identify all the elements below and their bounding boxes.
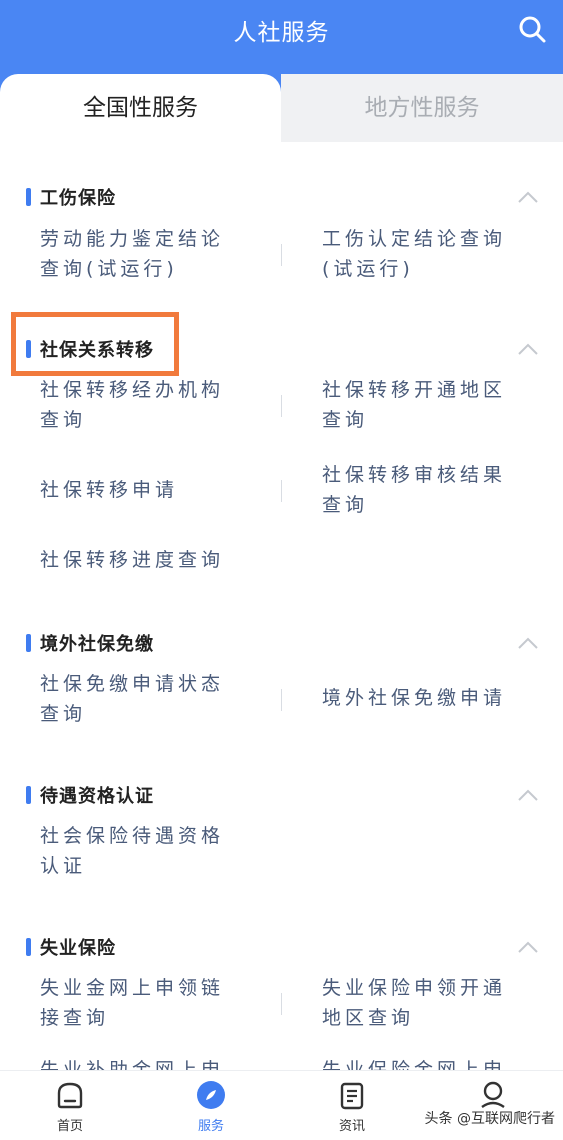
service-item[interactable]: 失业保险金网上申 (322, 1055, 506, 1070)
item-line: 境外社保免缴申请 (322, 687, 507, 709)
item-line: 查询 (322, 409, 369, 431)
divider (281, 395, 282, 417)
item-line: 认证 (40, 855, 87, 877)
chevron-up-icon[interactable] (517, 788, 539, 802)
service-item[interactable]: 境外社保免缴申请 (322, 683, 506, 713)
service-item[interactable]: 失业补助金网上申 (40, 1055, 224, 1070)
divider (281, 689, 282, 711)
service-item[interactable]: 社保转移审核结果 查询 (322, 460, 506, 520)
chevron-up-icon[interactable] (517, 342, 539, 356)
section-header-overseas: 境外社保免缴 (26, 628, 154, 658)
service-item[interactable]: 社保转移进度查询 (40, 545, 224, 575)
section-marker (26, 634, 31, 652)
compass-icon (197, 1081, 225, 1109)
item-line: 社保转移开通地区 (322, 379, 507, 401)
search-icon[interactable] (515, 12, 549, 46)
item-line: 社会保险待遇资格 (40, 825, 225, 847)
watermark: 头条 @互联网爬行者 (424, 1111, 555, 1127)
item-line: 社保转移经办机构 (40, 379, 225, 401)
chevron-up-icon[interactable] (517, 190, 539, 204)
service-item[interactable]: 社保免缴申请状态 查询 (40, 669, 224, 729)
service-item[interactable]: 社保转移开通地区 查询 (322, 375, 506, 435)
item-line: 失业金网上申领链 (40, 977, 225, 999)
highlight-annotation (11, 312, 179, 376)
page-title: 人社服务 (233, 20, 330, 46)
service-item[interactable]: 工伤认定结论查询 (试运行) (322, 224, 506, 284)
item-line: 查询 (322, 494, 369, 516)
item-line: 接查询 (40, 1007, 110, 1029)
user-icon (481, 1081, 505, 1108)
nav-label: 首页 (56, 1119, 83, 1134)
service-item[interactable]: 失业金网上申领链 接查询 (40, 973, 224, 1033)
item-line: 社保转移审核结果 (322, 464, 507, 486)
item-line: 社保免缴申请状态 (40, 673, 225, 695)
home-icon (57, 1082, 83, 1109)
item-line: 失业补助金网上申 (40, 1059, 225, 1070)
section-title: 待遇资格认证 (40, 786, 154, 807)
service-tabs: 全国性服务 地方性服务 (0, 60, 563, 142)
service-item[interactable]: 社会保险待遇资格 认证 (40, 821, 224, 881)
item-line: 工伤认定结论查询 (322, 228, 507, 250)
item-line: 查询(试运行) (40, 258, 178, 280)
nav-home[interactable]: 首页 (30, 1071, 110, 1140)
item-line: 失业保险金网上申 (322, 1059, 507, 1070)
chevron-up-icon[interactable] (517, 636, 539, 650)
section-header-qualification: 待遇资格认证 (26, 780, 154, 810)
item-line: 查询 (40, 703, 87, 725)
news-icon (340, 1082, 364, 1110)
item-line: 劳动能力鉴定结论 (40, 228, 225, 250)
section-marker (26, 188, 31, 206)
nav-label: 资讯 (338, 1119, 365, 1134)
divider (281, 244, 282, 266)
service-item[interactable]: 失业保险申领开通 地区查询 (322, 973, 506, 1033)
nav-services[interactable]: 服务 (171, 1071, 251, 1140)
tab-local-services[interactable]: 地方性服务 (281, 74, 563, 142)
item-line: 地区查询 (322, 1007, 415, 1029)
nav-label: 服务 (197, 1119, 224, 1134)
nav-news[interactable]: 资讯 (312, 1071, 392, 1140)
section-title: 工伤保险 (40, 188, 116, 209)
item-line: (试运行) (322, 258, 414, 280)
app-header: 人社服务 (0, 0, 563, 60)
tab-national-services[interactable]: 全国性服务 (0, 74, 281, 142)
bottom-nav: 首页 服务 资讯 (0, 1070, 563, 1140)
section-header-work-injury: 工伤保险 (26, 182, 116, 212)
service-list: 工伤保险 劳动能力鉴定结论 查询(试运行) 工伤认定结论查询 (试运行) 社保关… (0, 142, 563, 1070)
divider (281, 480, 282, 502)
service-item[interactable]: 社保转移经办机构 查询 (40, 375, 224, 435)
item-line: 社保转移申请 (40, 479, 179, 501)
section-header-unemployment: 失业保险 (26, 932, 116, 962)
section-title: 境外社保免缴 (40, 634, 154, 655)
item-line: 失业保险申领开通 (322, 977, 507, 999)
item-line: 查询 (40, 409, 87, 431)
nav-profile[interactable] (453, 1071, 533, 1140)
section-marker (26, 786, 31, 804)
chevron-up-icon[interactable] (517, 940, 539, 954)
section-title: 失业保险 (40, 938, 116, 959)
item-line: 社保转移进度查询 (40, 549, 225, 571)
service-item[interactable]: 社保转移申请 (40, 475, 178, 505)
section-marker (26, 938, 31, 956)
divider (281, 993, 282, 1015)
service-item[interactable]: 劳动能力鉴定结论 查询(试运行) (40, 224, 224, 284)
